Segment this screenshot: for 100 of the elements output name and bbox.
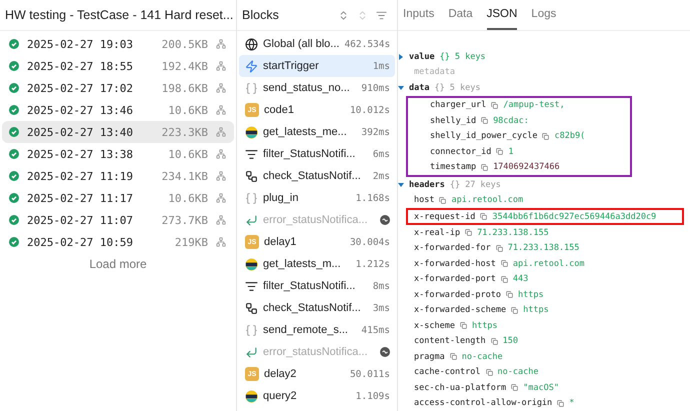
caret-down-icon[interactable]: [398, 84, 404, 91]
block-name: get_latests_m...: [263, 258, 342, 270]
tab[interactable]: Logs: [531, 0, 556, 30]
database-icon: [245, 126, 258, 138]
json-key: cache-control: [414, 367, 481, 378]
block-row[interactable]: plug_in 1.168s: [239, 187, 395, 209]
flow-icon: [216, 39, 226, 49]
run-size: 10.6KB: [168, 192, 208, 204]
filter-icon[interactable]: [376, 10, 387, 20]
copy-icon[interactable]: [450, 353, 457, 360]
flow-icon: [216, 237, 226, 247]
run-size: 10.6KB: [168, 104, 208, 116]
block-row[interactable]: send_status_no... 910ms: [239, 77, 395, 99]
copy-icon[interactable]: [496, 244, 503, 252]
copy-icon[interactable]: [465, 229, 472, 236]
json-value: "macOS": [523, 382, 559, 393]
block-row[interactable]: query2 1.109s: [239, 385, 395, 407]
json-value: no-cache: [498, 367, 538, 378]
run-row[interactable]: 2025-02-27 11:19 234.1KB: [2, 165, 234, 187]
json-key-count: 5 keys: [450, 82, 480, 93]
caret-right-icon[interactable]: [398, 54, 404, 60]
block-row[interactable]: filter_StatusNotifi... 8ms: [239, 275, 395, 297]
run-row[interactable]: 2025-02-27 10:59 219KB: [2, 231, 234, 253]
flow-icon: [216, 215, 226, 225]
json-value: 3544bb6f1b6dc927ec569446a3dd20c9: [492, 212, 656, 222]
block-name: send_remote_s...: [263, 324, 349, 336]
run-row[interactable]: 2025-02-27 13:46 10.6KB: [2, 99, 234, 121]
block-name: plug_in: [263, 192, 300, 204]
copy-icon[interactable]: [481, 117, 488, 124]
block-row[interactable]: check_StatusNotif... 2ms: [239, 165, 395, 187]
database-icon: [245, 390, 258, 402]
block-duration: 1ms: [372, 60, 390, 72]
tab[interactable]: Data: [448, 0, 473, 30]
run-size: 198.6KB: [162, 82, 208, 94]
block-row[interactable]: check_StatusNotif... 3ms: [239, 297, 395, 319]
copy-icon[interactable]: [480, 213, 488, 220]
block-row[interactable]: get_latests_m... 1.212s: [239, 253, 395, 275]
json-key: data: [409, 82, 430, 93]
block-name: check_StatusNotif...: [263, 302, 362, 314]
json-value: https: [518, 290, 544, 300]
copy-icon[interactable]: [557, 400, 564, 407]
copy-icon[interactable]: [542, 132, 550, 140]
success-check-icon: [9, 127, 19, 137]
copy-icon[interactable]: [511, 384, 518, 392]
block-duration: 6ms: [372, 148, 390, 160]
block-row[interactable]: get_latests_me... 392ms: [239, 121, 395, 143]
copy-icon[interactable]: [439, 196, 446, 204]
json-key-count: 27 keys: [465, 180, 501, 190]
run-size: 223.3KB: [162, 126, 208, 138]
sort-icon[interactable]: [338, 10, 349, 20]
copy-icon[interactable]: [460, 322, 467, 330]
json-key: x-forwarded-for: [414, 243, 491, 254]
run-row[interactable]: 2025-02-27 18:55 192.4KB: [2, 55, 234, 77]
block-row[interactable]: startTrigger 1ms: [239, 55, 395, 77]
block-row[interactable]: Global (all blo... 462.534s: [239, 33, 395, 55]
copy-icon[interactable]: [500, 260, 508, 268]
copy-icon[interactable]: [481, 164, 488, 171]
status-circle-icon: [380, 347, 390, 357]
copy-icon[interactable]: [491, 102, 498, 109]
json-key: content-length: [414, 336, 486, 346]
run-size: 192.4KB: [162, 60, 208, 72]
copy-icon[interactable]: [496, 148, 504, 156]
json-key: headers: [409, 180, 445, 190]
json-value: https: [523, 305, 549, 316]
copy-icon[interactable]: [490, 338, 498, 345]
json-value: no-cache: [462, 352, 503, 362]
flow-icon: [216, 61, 226, 71]
copy-icon[interactable]: [500, 276, 508, 283]
tab[interactable]: Inputs: [403, 0, 434, 30]
run-time: 2025-02-27 18:55: [27, 60, 133, 72]
run-row[interactable]: 2025-02-27 13:38 10.6KB: [2, 143, 234, 165]
block-row[interactable]: send_remote_s... 415ms: [239, 319, 395, 341]
run-row[interactable]: 2025-02-27 11:17 10.6KB: [2, 187, 234, 209]
run-row[interactable]: 2025-02-27 19:03 200.5KB: [2, 33, 234, 55]
json-key: timestamp: [430, 162, 476, 172]
json-value: *: [569, 398, 574, 408]
lightning-bolt-icon: [245, 60, 258, 72]
json-value: /ampup-test,: [503, 100, 565, 110]
braces-icon: [245, 192, 258, 204]
load-more-button[interactable]: Load more: [81, 253, 155, 275]
json-key: charger_url: [430, 100, 486, 110]
json-value: api.retool.com: [512, 258, 585, 269]
copy-icon[interactable]: [511, 306, 518, 314]
json-value: 150: [502, 336, 518, 346]
tab[interactable]: JSON: [486, 0, 518, 30]
json-value: 71.233.138.155: [477, 228, 549, 238]
json-value: 1740692437466: [493, 162, 560, 172]
block-row[interactable]: filter_StatusNotifi... 6ms: [239, 143, 395, 165]
braces-icon: [245, 82, 258, 94]
json-value: api.retool.com: [451, 195, 524, 206]
json-key: value: [409, 52, 435, 62]
copy-icon[interactable]: [506, 291, 513, 298]
run-row[interactable]: 2025-02-27 13:40 223.3KB: [2, 121, 234, 143]
json-label: metadata: [414, 67, 455, 78]
success-check-icon: [9, 237, 19, 247]
branch-icon: [245, 170, 258, 182]
run-row[interactable]: 2025-02-27 17:02 198.6KB: [2, 77, 234, 99]
copy-icon[interactable]: [486, 368, 493, 376]
run-row[interactable]: 2025-02-27 11:07 273.7KB: [2, 209, 234, 231]
caret-down-icon[interactable]: [398, 182, 404, 188]
